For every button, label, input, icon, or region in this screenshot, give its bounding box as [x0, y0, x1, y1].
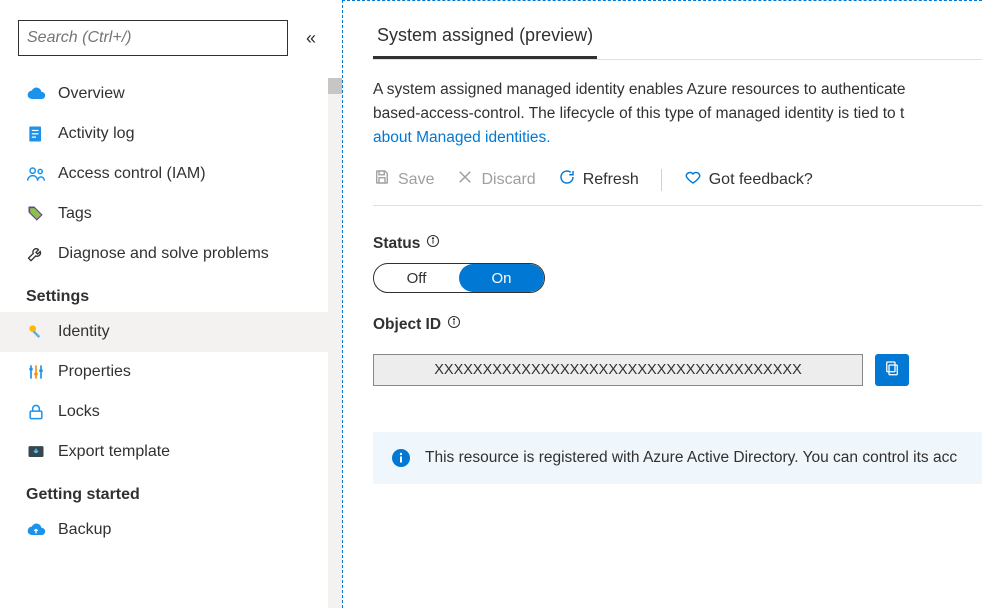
sidebar-item-label: Overview	[58, 85, 125, 103]
status-label: Status	[373, 235, 420, 253]
copy-icon	[883, 359, 901, 381]
object-id-label: Object ID	[373, 316, 441, 334]
copy-button[interactable]	[875, 354, 909, 386]
sidebar-item-label: Identity	[58, 323, 110, 341]
sidebar-item-overview[interactable]: Overview	[0, 74, 342, 114]
tags-icon	[26, 204, 46, 224]
sidebar-item-label: Access control (IAM)	[58, 165, 206, 183]
sidebar-item-locks[interactable]: Locks	[0, 392, 342, 432]
sidebar-item-access-control[interactable]: Access control (IAM)	[0, 154, 342, 194]
wrench-icon	[26, 244, 46, 264]
sliders-icon	[26, 362, 46, 382]
discard-button[interactable]: Discard	[456, 168, 535, 191]
refresh-icon	[558, 168, 576, 191]
tab-system-assigned[interactable]: System assigned (preview)	[373, 19, 597, 59]
sidebar-item-label: Locks	[58, 403, 100, 421]
status-field: Status Off On	[373, 234, 982, 293]
heart-icon	[684, 168, 702, 191]
refresh-button[interactable]: Refresh	[558, 168, 639, 191]
main-content: System assigned (preview) A system assig…	[342, 0, 982, 608]
identity-description: A system assigned managed identity enabl…	[373, 60, 982, 164]
toggle-off[interactable]: Off	[374, 264, 459, 292]
info-circle-icon	[391, 448, 411, 468]
sidebar-item-diagnose[interactable]: Diagnose and solve problems	[0, 234, 342, 274]
collapse-sidebar-button[interactable]: «	[298, 28, 324, 49]
sidebar-scrollbar[interactable]	[328, 78, 342, 608]
info-banner: This resource is registered with Azure A…	[373, 432, 982, 484]
sidebar-item-activity-log[interactable]: Activity log	[0, 114, 342, 154]
sidebar-scrollbar-thumb[interactable]	[328, 78, 342, 94]
save-button[interactable]: Save	[373, 168, 434, 191]
people-icon	[26, 164, 46, 184]
banner-text: This resource is registered with Azure A…	[425, 449, 957, 467]
status-toggle[interactable]: Off On	[373, 263, 545, 293]
sidebar-item-tags[interactable]: Tags	[0, 194, 342, 234]
sidebar-item-properties[interactable]: Properties	[0, 352, 342, 392]
section-header-getting-started: Getting started	[0, 472, 342, 510]
sidebar-item-backup[interactable]: Backup	[0, 510, 342, 550]
toolbar-divider	[661, 169, 662, 191]
section-header-settings: Settings	[0, 274, 342, 312]
sidebar-item-label: Backup	[58, 521, 111, 539]
close-icon	[456, 168, 474, 191]
toggle-on[interactable]: On	[459, 264, 544, 292]
learn-more-link[interactable]: about Managed identities.	[373, 129, 551, 146]
save-icon	[373, 168, 391, 191]
key-icon	[26, 322, 46, 342]
sidebar-item-identity[interactable]: Identity	[0, 312, 342, 352]
tabs-row: System assigned (preview)	[373, 19, 982, 60]
cloud-icon	[26, 84, 46, 104]
cloud-backup-icon	[26, 520, 46, 540]
sidebar: « Overview Activity log Access control (…	[0, 0, 342, 608]
info-icon[interactable]	[426, 234, 440, 253]
info-icon[interactable]	[447, 315, 461, 334]
object-id-value[interactable]: XXXXXXXXXXXXXXXXXXXXXXXXXXXXXXXXXXXXXX	[373, 354, 863, 386]
log-icon	[26, 124, 46, 144]
command-bar: Save Discard Refresh Got feedback?	[373, 164, 982, 206]
feedback-button[interactable]: Got feedback?	[684, 168, 813, 191]
object-id-field: Object ID XXXXXXXXXXXXXXXXXXXXXXXXXXXXXX…	[373, 315, 982, 386]
sidebar-item-label: Diagnose and solve problems	[58, 245, 269, 263]
sidebar-item-label: Export template	[58, 443, 170, 461]
sidebar-item-label: Activity log	[58, 125, 134, 143]
search-box[interactable]	[18, 20, 288, 56]
sidebar-item-label: Properties	[58, 363, 131, 381]
sidebar-item-export-template[interactable]: Export template	[0, 432, 342, 472]
search-input[interactable]	[27, 29, 279, 47]
sidebar-item-label: Tags	[58, 205, 92, 223]
export-icon	[26, 442, 46, 462]
lock-icon	[26, 402, 46, 422]
